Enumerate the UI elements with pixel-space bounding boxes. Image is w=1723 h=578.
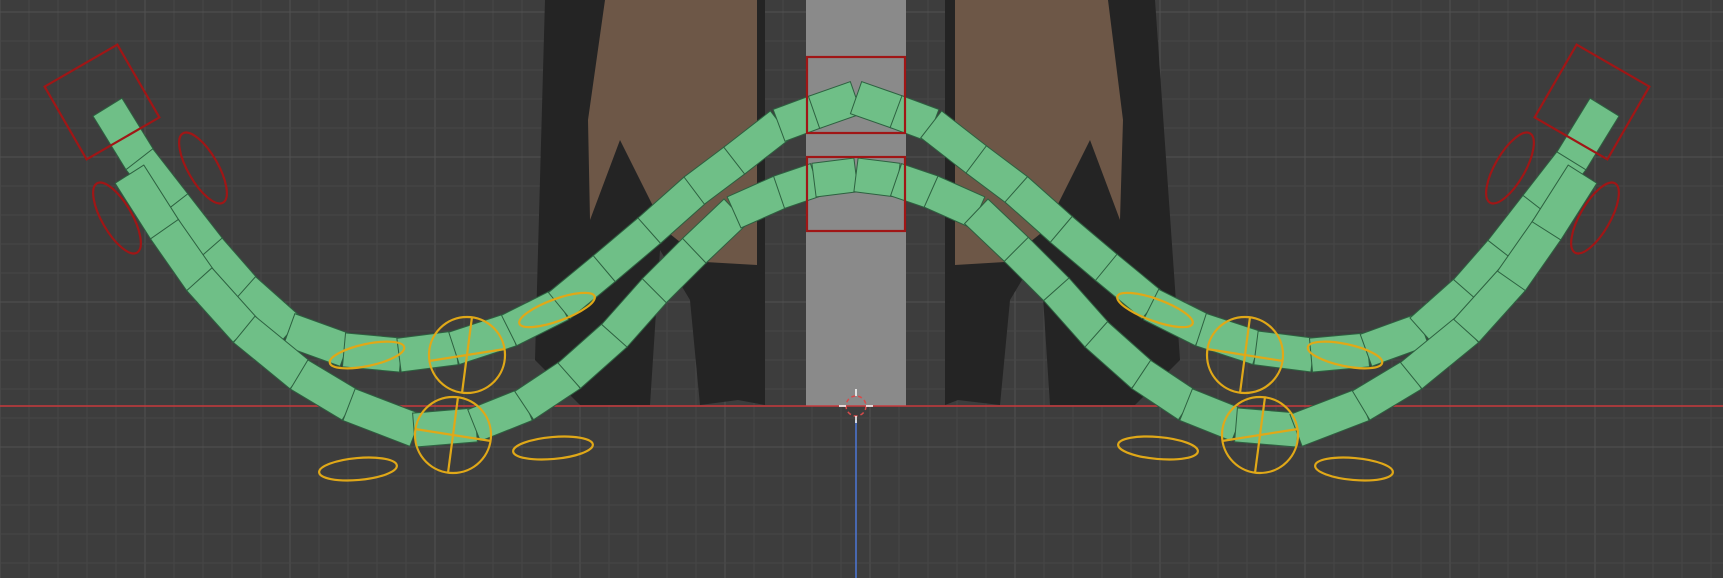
- scene-canvas[interactable]: [0, 0, 1723, 578]
- yellow-ellipse-control[interactable]: [1314, 455, 1394, 484]
- bone-segment[interactable]: [342, 388, 423, 447]
- bone-segment[interactable]: [396, 330, 459, 373]
- yellow-ellipse-control[interactable]: [1117, 434, 1199, 463]
- yellow-ellipse-control[interactable]: [512, 434, 594, 463]
- axes: [0, 405, 1723, 578]
- bone-segment[interactable]: [1253, 330, 1316, 373]
- mesh-center-plank: [806, 0, 906, 406]
- bone-segment[interactable]: [1234, 407, 1300, 448]
- 3d-viewport[interactable]: [0, 0, 1723, 578]
- bone-segment[interactable]: [811, 157, 859, 198]
- yellow-ellipse-control[interactable]: [318, 455, 398, 484]
